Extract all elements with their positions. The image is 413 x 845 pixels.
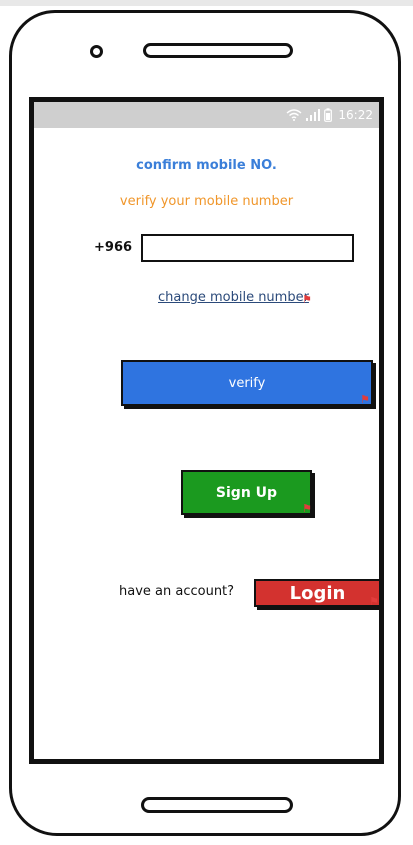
speaker-grille [143, 43, 293, 58]
flag-icon: ⚑ [369, 595, 379, 608]
sign-up-button[interactable]: Sign Up [181, 470, 312, 515]
home-button[interactable] [141, 797, 293, 813]
status-icons [286, 108, 333, 122]
top-strip [0, 0, 413, 6]
camera-icon [90, 45, 103, 58]
have-account-text: have an account? [119, 584, 235, 599]
status-bar: 16:22 [34, 102, 379, 128]
country-code: +966 [94, 240, 133, 255]
change-mobile-number-link[interactable]: change mobile number [158, 290, 309, 305]
mobile-number-input[interactable] [141, 234, 354, 262]
verify-button[interactable]: verify [121, 360, 373, 406]
flag-icon: ⚑ [302, 502, 312, 515]
phone-screen: 16:22 confirm mobile NO. verify your mob… [29, 97, 384, 764]
wifi-icon [286, 109, 302, 121]
battery-icon [324, 108, 333, 122]
signal-icon [306, 109, 321, 121]
status-time: 16:22 [338, 108, 373, 122]
page-title: confirm mobile NO. [136, 158, 277, 173]
page-subtitle: verify your mobile number [119, 194, 294, 209]
flag-icon: ⚑ [302, 293, 312, 306]
login-button[interactable]: Login [254, 579, 381, 607]
flag-icon: ⚑ [360, 393, 370, 406]
